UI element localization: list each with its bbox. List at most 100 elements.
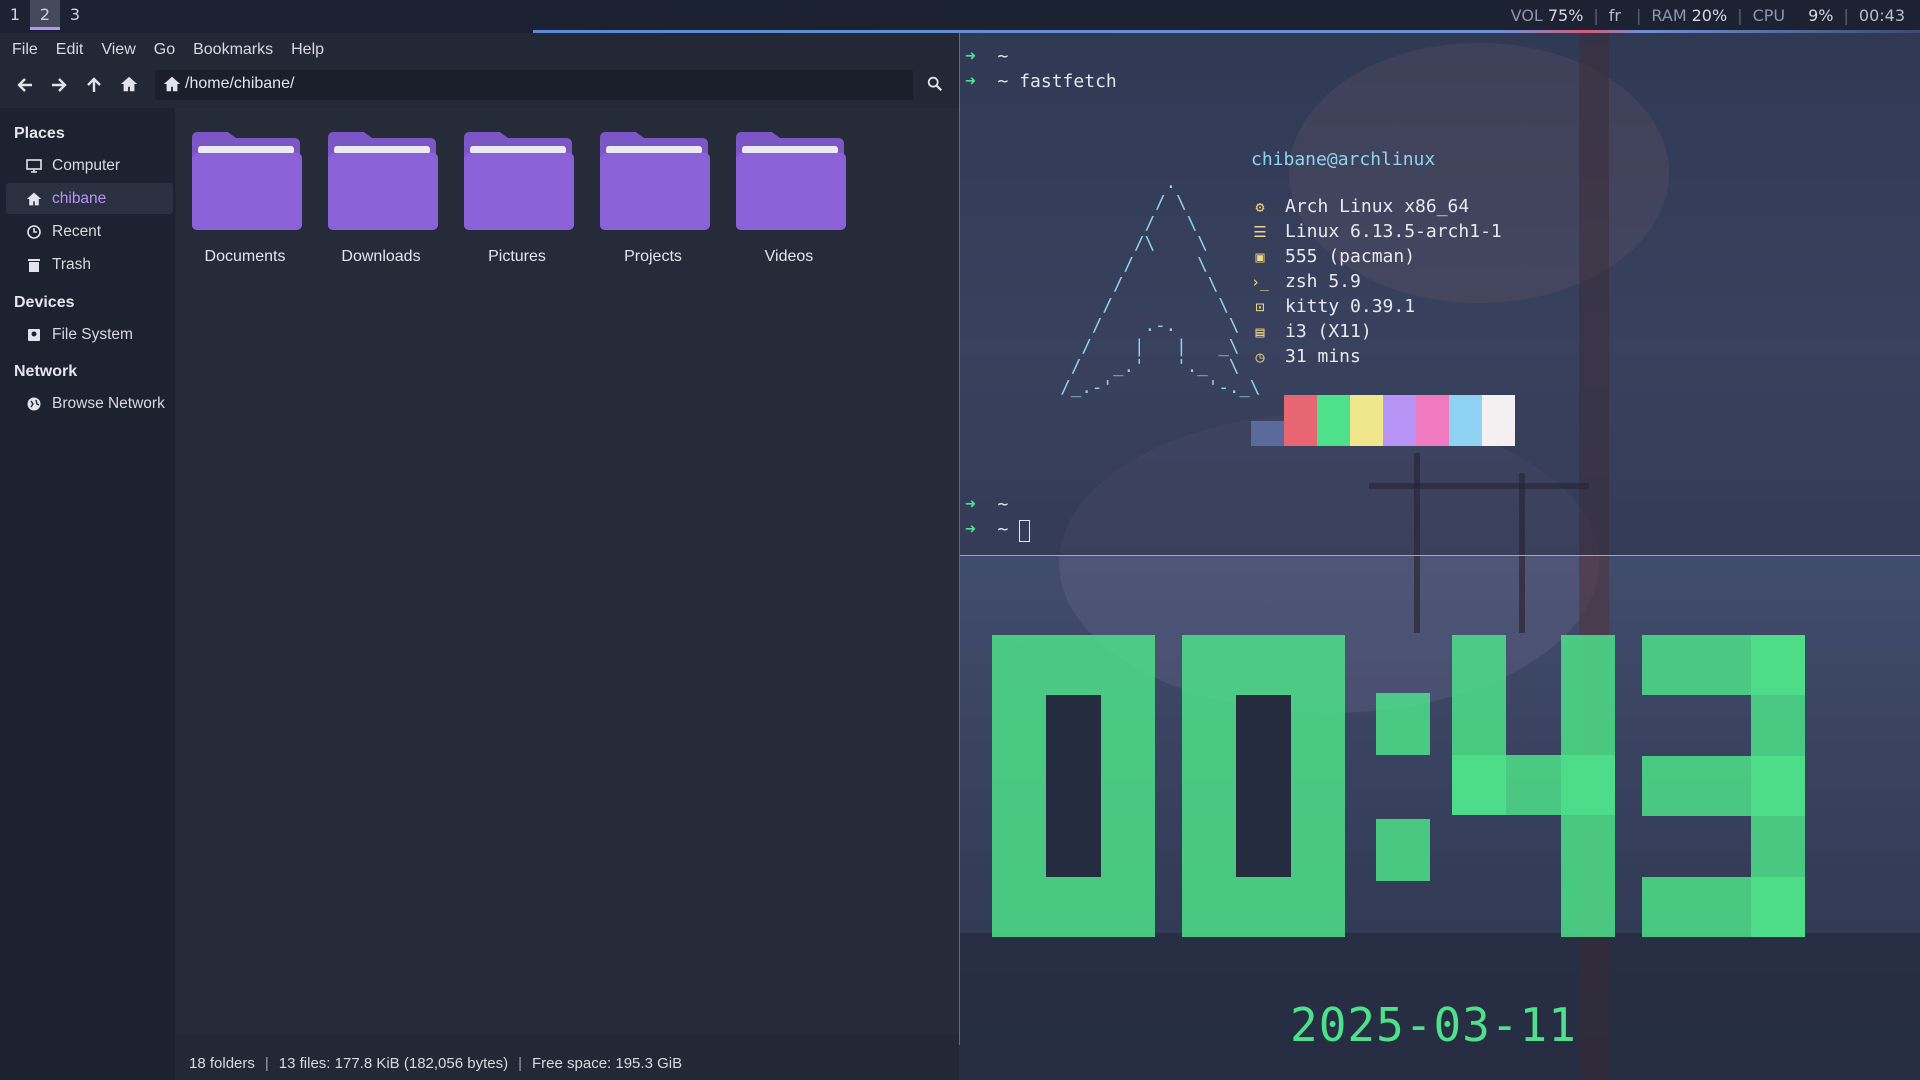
folder-name: Documents [204,248,286,265]
separator: | [518,1054,522,1072]
arrow-up-icon [87,77,101,92]
prompt-text: ~ [997,46,1009,67]
search-icon [927,76,943,92]
info-os: ⚙ Arch Linux x86_64 [1251,196,1469,217]
ram-label: RAM [1651,5,1687,25]
sidebar-item-file-system[interactable]: File System [6,319,173,350]
workspace-1[interactable]: 1 [0,0,30,30]
terminal-window[interactable]: ➜ ~ ➜ ~ fastfetch . / \ / \ /\ \ / \ / \… [959,33,1920,555]
folder-pictures[interactable]: Pictures [452,128,582,265]
folder-icon [328,132,438,230]
separator: | [1737,5,1743,25]
folder-videos[interactable]: Videos [724,128,854,265]
menu-go[interactable]: Go [154,41,175,59]
clock-date: 2025-03-11 [1290,998,1577,1052]
menu-edit[interactable]: Edit [56,41,84,59]
sidebar: Places Computer chibane Recent Trash Dev… [0,108,175,1080]
shell-icon: ›_ [1251,272,1270,291]
volume-value[interactable]: 75% [1548,6,1584,25]
status-blocks: VOL 75% | fr | RAM 20% | CPU 9% | 00:43 [1511,0,1910,30]
server-icon: ☰ [1253,222,1267,241]
folder-projects[interactable]: Projects [588,128,718,265]
sidebar-item-label: Recent [52,222,102,240]
folder-count: 18 folders [189,1054,255,1072]
info-text: 31 mins [1285,346,1361,367]
info-shell: ›_ zsh 5.9 [1251,271,1361,292]
menu-help[interactable]: Help [291,41,324,59]
sidebar-item-home[interactable]: chibane [6,183,173,214]
keyboard-layout[interactable]: fr [1609,6,1621,25]
toolbar: /home/chibane/ [0,66,959,106]
location-path[interactable]: /home/chibane/ [185,75,294,93]
info-uptime: ◷ 31 mins [1251,346,1361,367]
sidebar-item-computer[interactable]: Computer [6,150,173,181]
menu-file[interactable]: File [12,41,38,59]
up-button[interactable] [83,75,105,97]
menu-bookmarks[interactable]: Bookmarks [193,41,273,59]
file-manager-window: File Edit View Go Bookmarks Help /home/c… [0,33,959,1080]
sidebar-item-browse-network[interactable]: Browse Network [6,388,173,419]
info-text: kitty 0.39.1 [1285,296,1416,317]
prompt-arrow: ➜ [965,46,976,67]
clock-icon: ◷ [1255,347,1265,366]
sidebar-item-label: Browse Network [52,394,165,412]
window-border [959,33,960,1045]
info-text: Arch Linux x86_64 [1285,196,1470,217]
places-header: Places [14,125,65,142]
folder-name: Projects [624,248,682,265]
home-button[interactable] [118,75,140,97]
folder-icon [464,132,574,230]
package-icon: ▣ [1255,247,1265,266]
sidebar-item-label: Trash [52,255,92,273]
gear-icon: ⚙ [1255,197,1265,216]
computer-icon [26,158,42,173]
menu-view[interactable]: View [101,41,135,59]
palette-swatch [1449,395,1482,446]
command-text: ~ fastfetch [997,71,1117,92]
palette-swatch [1251,421,1284,446]
prompt-arrow: ➜ [965,519,976,540]
devices-header: Devices [14,294,75,311]
folder-downloads[interactable]: Downloads [316,128,446,265]
clock-colon-dot [1376,819,1430,881]
info-text: 555 (pacman) [1285,246,1416,267]
clock-digit-hole [1046,695,1101,877]
terminal-line: ➜ ~ [965,46,1008,67]
location-bar[interactable]: /home/chibane/ [155,70,913,100]
forward-button[interactable] [48,75,70,97]
terminal-line: ➜ ~ [965,519,1008,540]
i3-status-bar: 1 2 3 VOL 75% | fr | RAM 20% | CPU 9% | … [0,0,1920,30]
folder-name: Downloads [341,248,421,265]
folder-icon [192,132,302,230]
arch-logo-ascii: . / \ / \ /\ \ / \ / \ / \ / .-. \ / | |… [1060,172,1261,398]
info-text: i3 (X11) [1285,321,1372,342]
info-text: zsh 5.9 [1285,271,1361,292]
sidebar-item-label: chibane [52,189,107,207]
sidebar-item-trash[interactable]: Trash [6,249,173,280]
separator: | [264,1054,269,1072]
clock-text: 00:43 [1858,5,1905,25]
palette-swatch [1284,395,1317,446]
search-button[interactable] [926,75,948,97]
trash-icon [28,258,40,272]
sidebar-item-recent[interactable]: Recent [6,216,173,247]
folder-documents[interactable]: Documents [180,128,310,265]
clock-digit-hole [1236,695,1291,877]
clock-digit-3 [1751,635,1805,937]
terminal-line: ➜ ~ [965,494,1008,515]
separator: | [1593,5,1599,25]
user-host: chibane@archlinux [1251,149,1436,170]
workspace-2[interactable]: 2 [30,0,60,30]
window-icon: ▤ [1255,322,1265,341]
workspace-3[interactable]: 3 [60,0,90,30]
file-view[interactable]: Documents Downloads Pictures Projects Vi… [176,108,959,1034]
info-text: Linux 6.13.5-arch1-1 [1285,221,1502,242]
volume-label: VOL [1510,5,1543,25]
folder-icon [736,132,846,230]
home-icon [120,76,138,92]
info-packages: ▣ 555 (pacman) [1251,246,1415,267]
prompt-text: ~ [997,519,1009,540]
back-button[interactable] [14,75,36,97]
text-cursor [1019,520,1030,542]
folder-name: Pictures [488,248,546,265]
